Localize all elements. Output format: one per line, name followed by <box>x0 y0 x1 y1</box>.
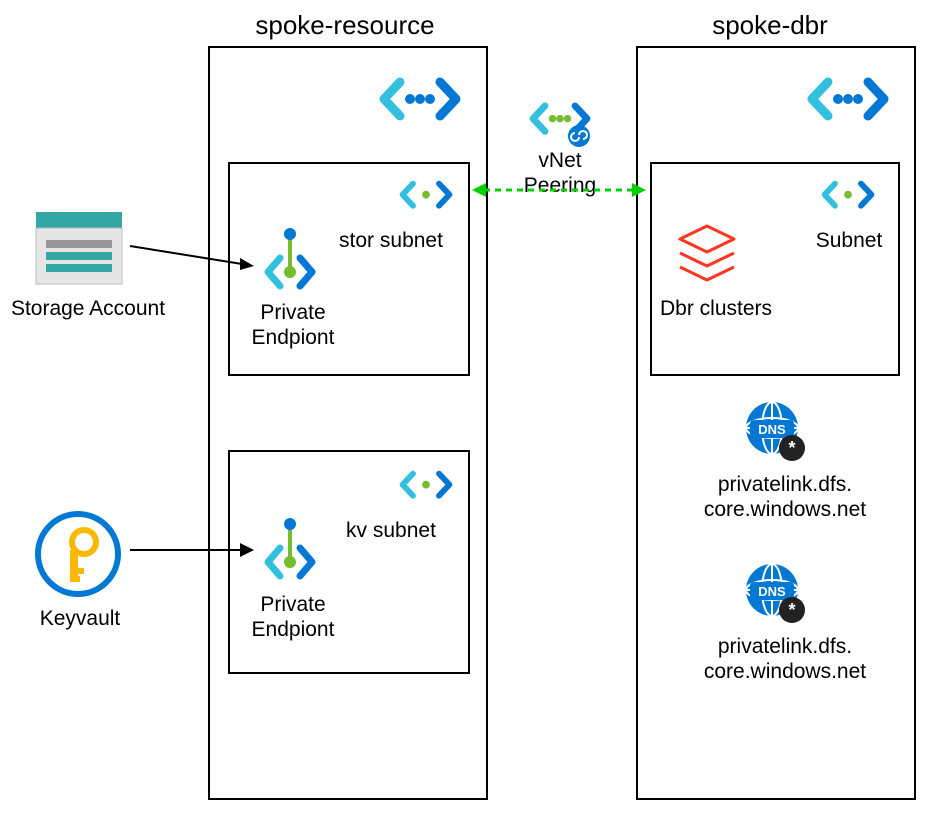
vnet-icon <box>380 72 460 127</box>
label-storage-account: Storage Account <box>8 296 168 321</box>
box-spoke-resource <box>208 46 488 800</box>
dns-icon-2: DNS * <box>744 562 808 626</box>
private-endpoint-icon-2 <box>260 518 320 588</box>
arrow-storage-to-pe <box>128 234 256 270</box>
label-private-endpoint-2: Private Endpiont <box>240 592 346 642</box>
svg-text:DNS: DNS <box>758 422 786 437</box>
label-stor-subnet: stor subnet <box>326 228 456 253</box>
keyvault-icon <box>34 510 122 598</box>
peering-badge-icon <box>567 124 591 148</box>
private-endpoint-icon-1 <box>260 228 320 298</box>
label-dns-2: privatelink.dfs. core.windows.net <box>690 634 880 684</box>
arrow-kv-to-pe <box>128 538 256 562</box>
vnet-icon-dbr <box>808 72 888 127</box>
svg-text:*: * <box>788 438 795 458</box>
subnet-icon-stor <box>400 176 452 214</box>
storage-account-icon <box>34 210 124 286</box>
svg-text:DNS: DNS <box>758 584 786 599</box>
label-kv-subnet: kv subnet <box>326 518 456 543</box>
arrow-vnet-peering <box>470 180 648 200</box>
subnet-icon-kv <box>400 466 452 504</box>
label-dbr-clusters: Dbr clusters <box>660 296 780 321</box>
label-dns-1: privatelink.dfs. core.windows.net <box>690 472 880 522</box>
subnet-icon-dbr <box>822 176 874 214</box>
svg-text:*: * <box>788 600 795 620</box>
dns-icon-1: DNS * <box>744 400 808 464</box>
title-spoke-dbr: spoke-dbr <box>640 10 900 41</box>
label-keyvault: Keyvault <box>30 606 130 631</box>
databricks-icon <box>672 218 742 288</box>
label-subnet: Subnet <box>804 228 894 253</box>
title-spoke-resource: spoke-resource <box>200 10 490 41</box>
label-private-endpoint-1: Private Endpiont <box>240 300 346 350</box>
